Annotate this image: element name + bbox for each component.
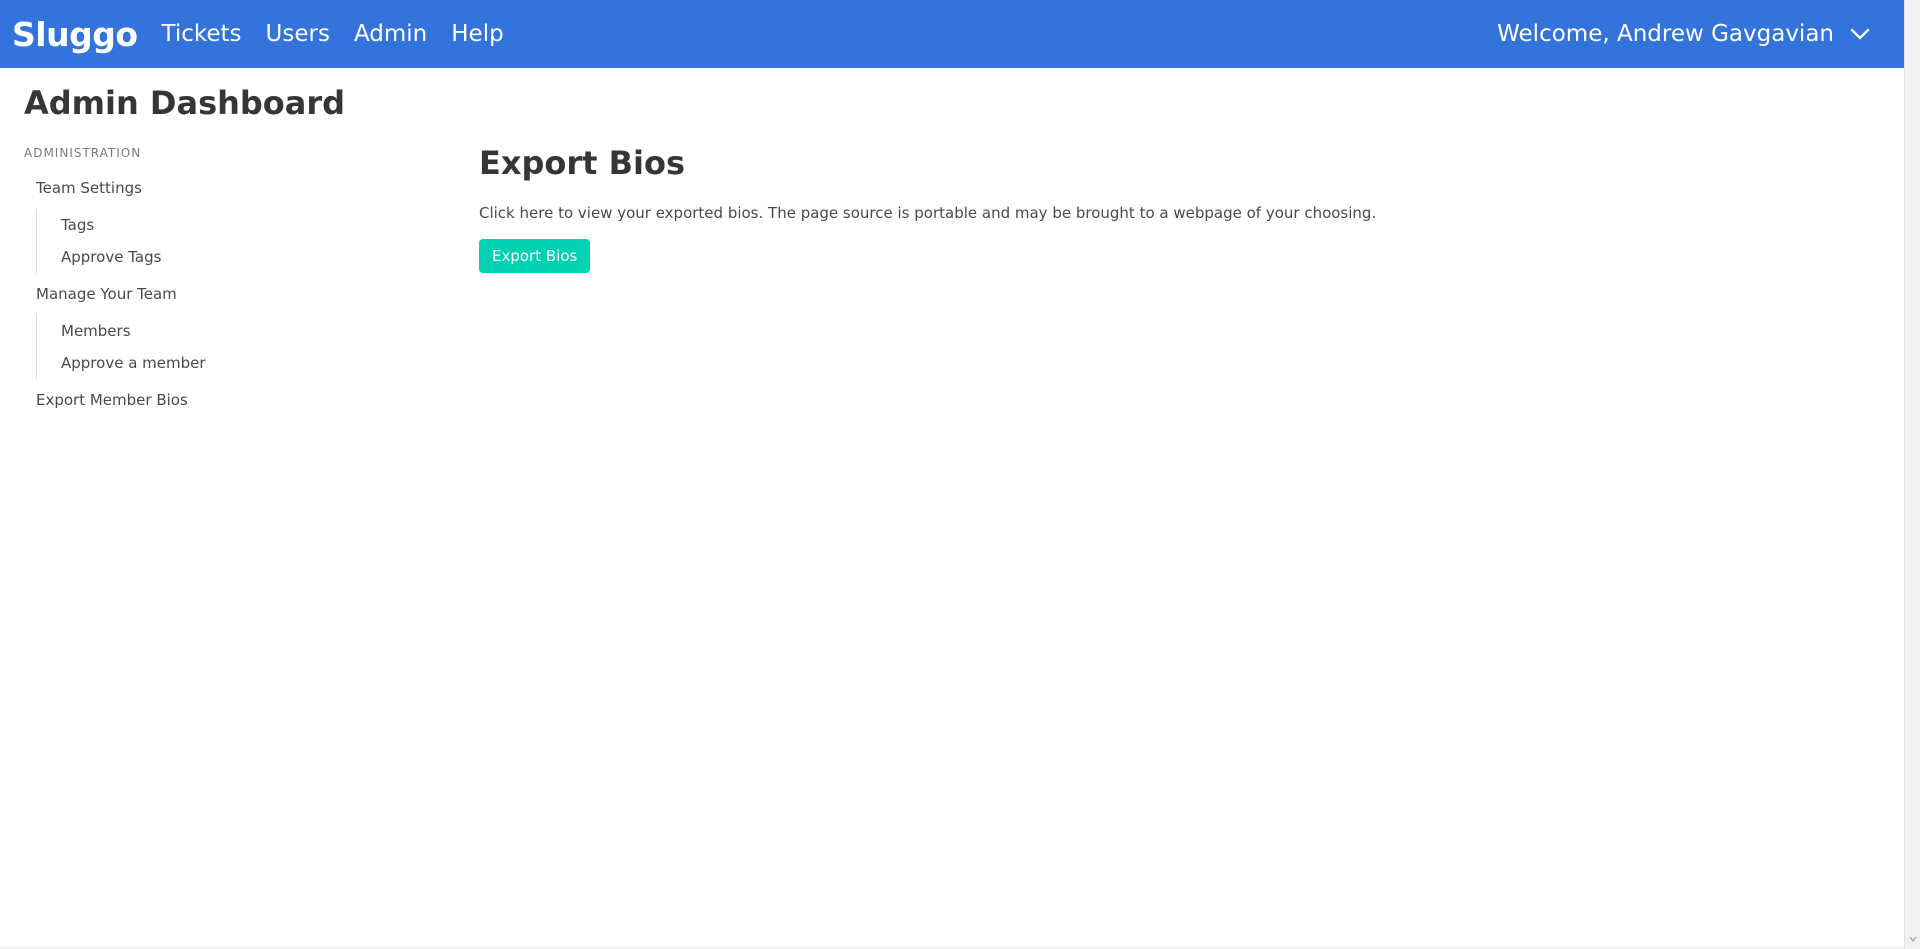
section-description: Click here to view your exported bios. T… (479, 204, 1377, 222)
export-bios-button[interactable]: Export Bios (479, 239, 591, 273)
menu-label-administration: ADMINISTRATION (24, 146, 142, 160)
sidebar-item-export-member-bios[interactable]: Export Member Bios (24, 384, 404, 416)
user-greeting: Welcome, Andrew Gavgavian (1497, 21, 1834, 47)
user-menu-dropdown[interactable]: Welcome, Andrew Gavgavian (1497, 0, 1870, 68)
sidebar-item-manage-your-team[interactable]: Manage Your Team (24, 278, 404, 310)
sidebar-item-members[interactable]: Members (49, 315, 404, 347)
section-title: Export Bios (479, 144, 685, 182)
nav-admin[interactable]: Admin (354, 21, 427, 47)
top-navbar: Sluggo Tickets Users Admin Help Welcome,… (0, 0, 1904, 68)
sidebar-item-tags[interactable]: Tags (49, 209, 404, 241)
nav-tickets[interactable]: Tickets (162, 21, 242, 47)
brand-logo[interactable]: Sluggo (12, 15, 138, 54)
page-title: Admin Dashboard (24, 84, 346, 122)
vertical-scrollbar[interactable] (1904, 0, 1920, 949)
scroll-down-arrow-icon[interactable] (1909, 935, 1917, 943)
sidebar-item-team-settings[interactable]: Team Settings (24, 172, 404, 204)
nav-help[interactable]: Help (451, 21, 503, 47)
team-settings-submenu: Tags Approve Tags (36, 209, 404, 273)
main-content: Export Bios Click here to view your expo… (479, 144, 1376, 273)
sidebar-item-approve-member[interactable]: Approve a member (49, 347, 404, 379)
sidebar-item-approve-tags[interactable]: Approve Tags (49, 241, 404, 273)
nav-users[interactable]: Users (266, 21, 330, 47)
admin-sidebar: ADMINISTRATION Team Settings Tags Approv… (24, 146, 404, 416)
chevron-down-icon (1850, 28, 1870, 40)
manage-team-submenu: Members Approve a member (36, 315, 404, 379)
